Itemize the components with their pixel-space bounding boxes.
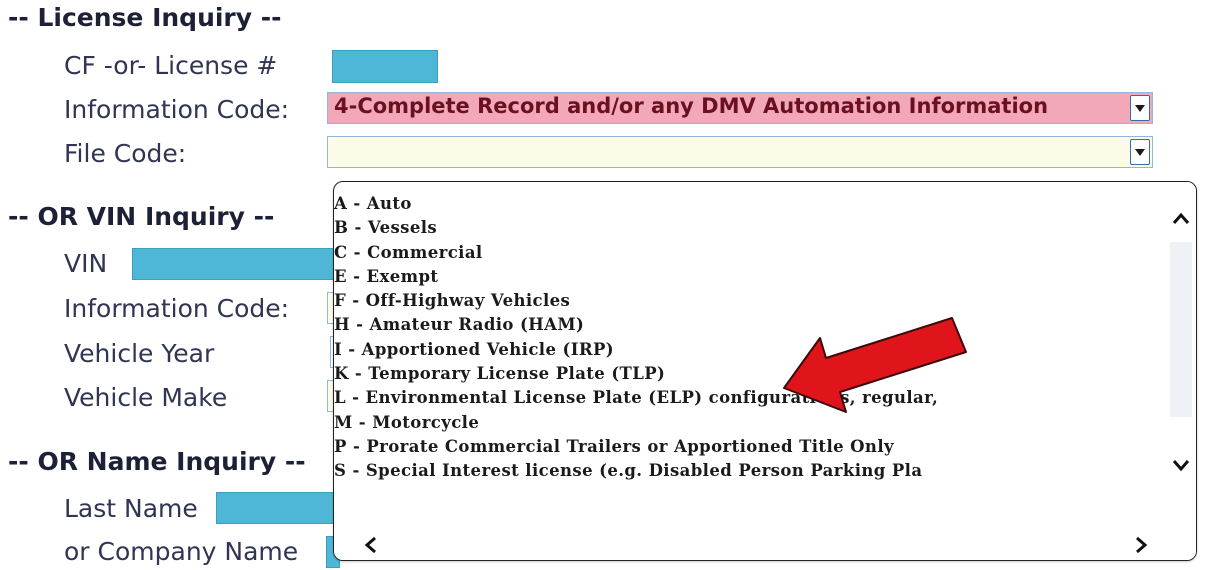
vehicle-year-label: Vehicle Year <box>64 339 215 368</box>
chevron-up-icon[interactable] <box>1170 208 1192 230</box>
cf-license-input[interactable] <box>332 50 438 83</box>
vin-inquiry-title: -- OR VIN Inquiry -- <box>8 202 275 231</box>
option-environmental-plate[interactable]: L - Environmental License Plate (ELP) co… <box>334 386 1166 410</box>
company-name-label: or Company Name <box>64 537 299 566</box>
last-name-label: Last Name <box>64 494 198 523</box>
file-code-options: A - Auto B - Vessels C - Commercial E - … <box>334 192 1166 484</box>
info-code-select[interactable]: 4-Complete Record and/or any DMV Automat… <box>327 92 1153 124</box>
file-code-label: File Code: <box>64 139 187 168</box>
chevron-right-icon[interactable] <box>1130 534 1152 556</box>
info-code-value: 4-Complete Record and/or any DMV Automat… <box>334 94 1049 118</box>
chevron-down-icon[interactable] <box>1130 139 1150 165</box>
horizontal-scrollbar[interactable] <box>334 530 1196 560</box>
option-apportioned-vehicle[interactable]: I - Apportioned Vehicle (IRP) <box>334 338 1166 362</box>
chevron-down-icon[interactable] <box>1130 95 1150 121</box>
vertical-scrollbar[interactable] <box>1166 182 1196 527</box>
info-code-label: Information Code: <box>64 95 290 124</box>
chevron-down-icon[interactable] <box>1170 454 1192 476</box>
option-exempt[interactable]: E - Exempt <box>334 265 1166 289</box>
vehicle-make-label: Vehicle Make <box>64 383 228 412</box>
option-vessels[interactable]: B - Vessels <box>334 216 1166 240</box>
license-inquiry-title: -- License Inquiry -- <box>8 3 282 32</box>
vin-label: VIN <box>64 249 108 278</box>
vin-info-code-label: Information Code: <box>64 294 290 323</box>
option-amateur-radio[interactable]: H - Amateur Radio (HAM) <box>334 313 1166 337</box>
scroll-thumb[interactable] <box>1170 242 1192 417</box>
option-off-highway[interactable]: F - Off-Highway Vehicles <box>334 289 1166 313</box>
cf-license-label: CF -or- License # <box>64 51 278 80</box>
name-inquiry-title: -- OR Name Inquiry -- <box>8 447 306 476</box>
file-code-select[interactable] <box>327 136 1153 168</box>
option-prorate-commercial[interactable]: P - Prorate Commercial Trailers or Appor… <box>334 435 1166 459</box>
chevron-left-icon[interactable] <box>360 534 382 556</box>
option-auto[interactable]: A - Auto <box>334 192 1166 216</box>
last-name-input[interactable] <box>216 492 338 524</box>
file-code-dropdown-list[interactable]: A - Auto B - Vessels C - Commercial E - … <box>333 181 1197 561</box>
red-arrow-icon <box>783 317 967 413</box>
vin-input[interactable] <box>132 248 337 280</box>
option-commercial[interactable]: C - Commercial <box>334 241 1166 265</box>
option-temporary-license-plate[interactable]: K - Temporary License Plate (TLP) <box>334 362 1166 386</box>
option-special-interest[interactable]: S - Special Interest license (e.g. Disab… <box>334 459 1166 483</box>
option-motorcycle[interactable]: M - Motorcycle <box>334 411 1166 435</box>
